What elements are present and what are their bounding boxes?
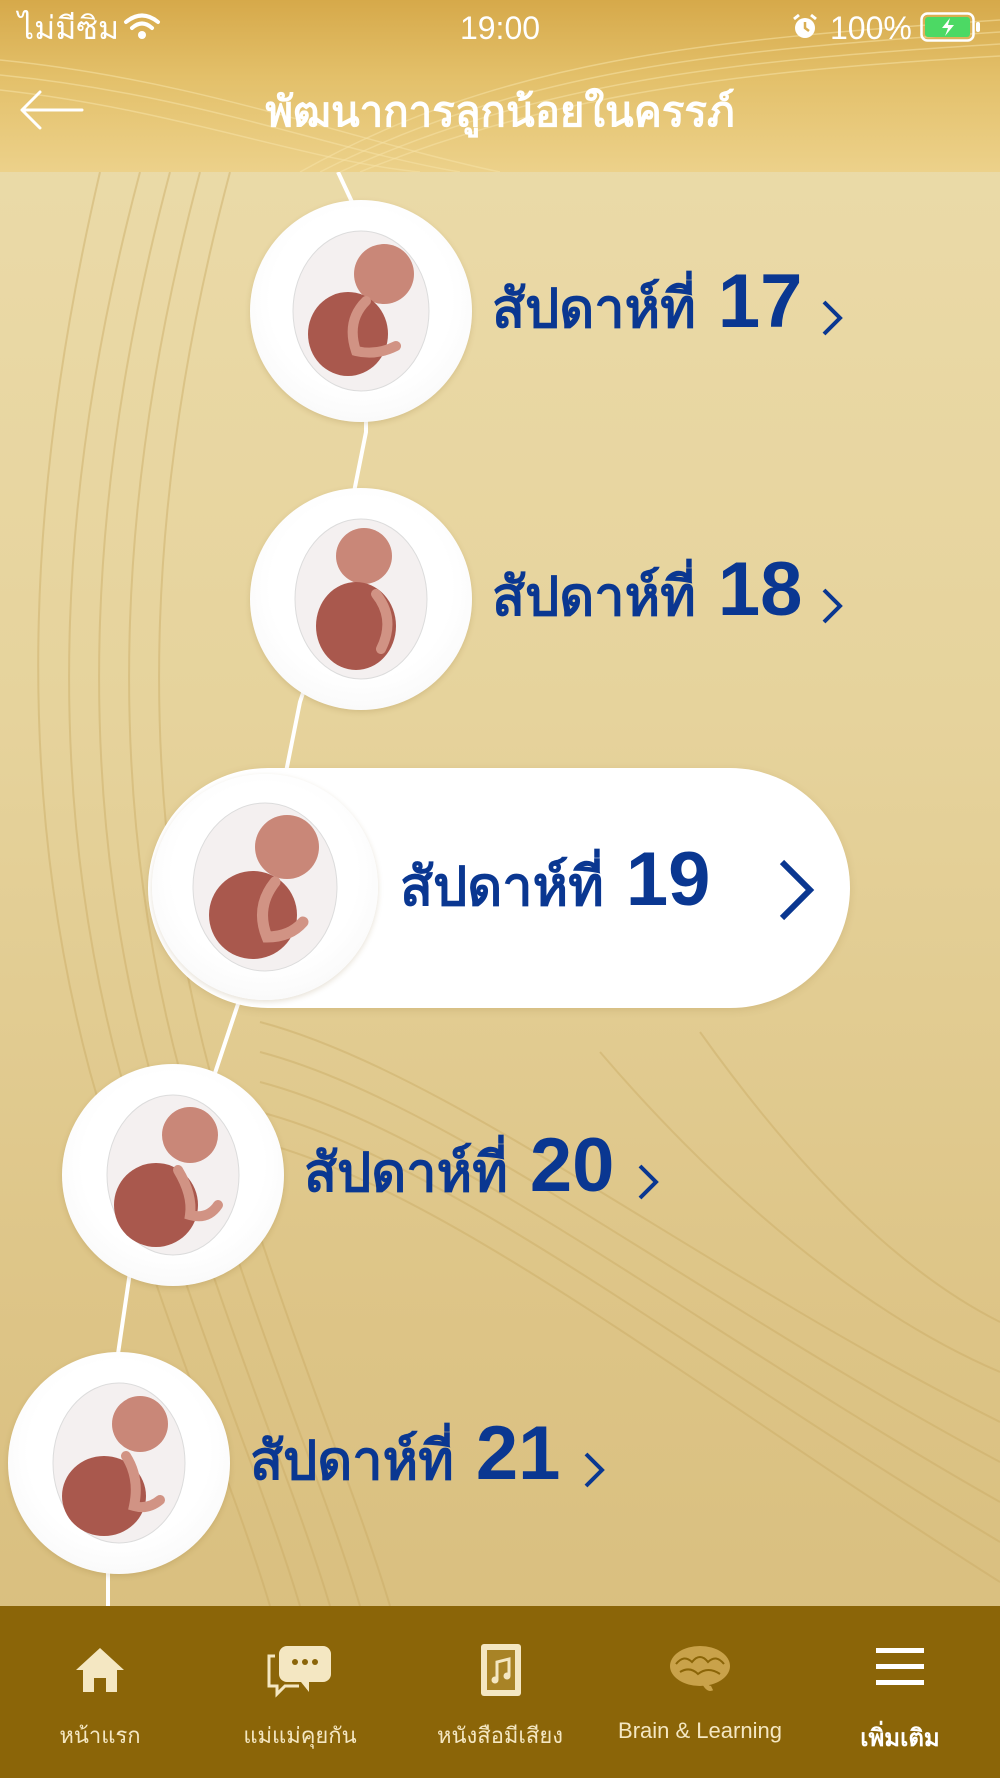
week-list: สัปดาห์ที่ 17 สัปดาห์ที่ 18 สัปดาห์ที่ 1… — [0, 172, 1000, 1606]
week-number: 20 — [529, 1123, 615, 1208]
chevron-right-icon — [779, 859, 815, 921]
week-item-20[interactable]: สัปดาห์ที่ 20 — [62, 1064, 662, 1294]
week-prefix: สัปดาห์ที่ — [400, 857, 604, 917]
fetus-thumbnail — [62, 1064, 284, 1286]
week-number: 18 — [717, 547, 803, 632]
week-number: 19 — [625, 837, 711, 922]
week-number: 21 — [475, 1411, 561, 1496]
week-label: สัปดาห์ที่ 18 — [492, 546, 802, 639]
battery-icon — [920, 12, 980, 42]
fetus-thumbnail — [250, 488, 472, 710]
tab-mom-chat[interactable]: แม่แม่คุยกัน — [200, 1606, 400, 1778]
chevron-right-icon — [584, 1452, 605, 1488]
week-prefix: สัปดาห์ที่ — [304, 1143, 508, 1203]
tab-label: หนังสือมีเสียง — [436, 1723, 563, 1748]
tab-label: หน้าแรก — [59, 1723, 141, 1748]
menu-icon — [876, 1648, 924, 1685]
week-item-19[interactable]: สัปดาห์ที่ 19 — [148, 768, 850, 1008]
week-prefix: สัปดาห์ที่ — [492, 567, 696, 627]
tab-label: เพิ่มเติม — [860, 1725, 940, 1752]
fetus-image — [292, 230, 430, 392]
week-item-17[interactable]: สัปดาห์ที่ 17 — [250, 200, 850, 430]
chevron-right-icon — [822, 300, 843, 336]
audio-book-icon — [481, 1644, 521, 1696]
fetus-thumbnail — [152, 774, 378, 1000]
home-icon — [76, 1648, 124, 1692]
brain-icon — [670, 1646, 730, 1691]
fetus-image — [294, 518, 428, 680]
fetus-thumbnail — [250, 200, 472, 422]
header-bar: ไม่มีซิม 19:00 100% พัฒนาการลูกน้อยในครร… — [0, 0, 1000, 172]
tab-brain-learning[interactable]: Brain & Learning — [600, 1606, 800, 1778]
fetus-image — [106, 1094, 240, 1256]
fetus-thumbnail — [8, 1352, 230, 1574]
week-label: สัปดาห์ที่ 17 — [492, 258, 802, 351]
week-prefix: สัปดาห์ที่ — [250, 1431, 454, 1491]
battery-percent: 100% — [830, 10, 912, 46]
week-label: สัปดาห์ที่ 19 — [400, 836, 710, 929]
week-prefix: สัปดาห์ที่ — [492, 279, 696, 339]
tab-home[interactable]: หน้าแรก — [0, 1606, 200, 1778]
week-label: สัปดาห์ที่ 20 — [304, 1122, 614, 1215]
week-item-18[interactable]: สัปดาห์ที่ 18 — [250, 488, 850, 718]
week-label: สัปดาห์ที่ 21 — [250, 1410, 560, 1503]
chevron-right-icon — [638, 1164, 659, 1200]
fetus-image — [192, 802, 338, 972]
chat-icon — [267, 1646, 331, 1698]
tab-audio-books[interactable]: หนังสือมีเสียง — [400, 1606, 600, 1778]
chevron-right-icon — [822, 588, 843, 624]
page-title: พัฒนาการลูกน้อยในครรภ์ — [265, 88, 735, 135]
tab-label: แม่แม่คุยกัน — [243, 1723, 357, 1748]
tab-label: Brain & Learning — [618, 1718, 782, 1743]
bottom-tab-bar: หน้าแรก แม่แม่คุยกัน หนังสือมีเสียง Brai… — [0, 1606, 1000, 1778]
screen: ไม่มีซิม 19:00 100% พัฒนาการลูกน้อยในครร… — [0, 0, 1000, 1778]
week-number: 17 — [717, 259, 803, 344]
week-item-21[interactable]: สัปดาห์ที่ 21 — [8, 1352, 608, 1582]
tab-more[interactable]: เพิ่มเติม — [800, 1606, 1000, 1778]
fetus-image — [52, 1382, 186, 1544]
alarm-icon — [793, 13, 817, 38]
